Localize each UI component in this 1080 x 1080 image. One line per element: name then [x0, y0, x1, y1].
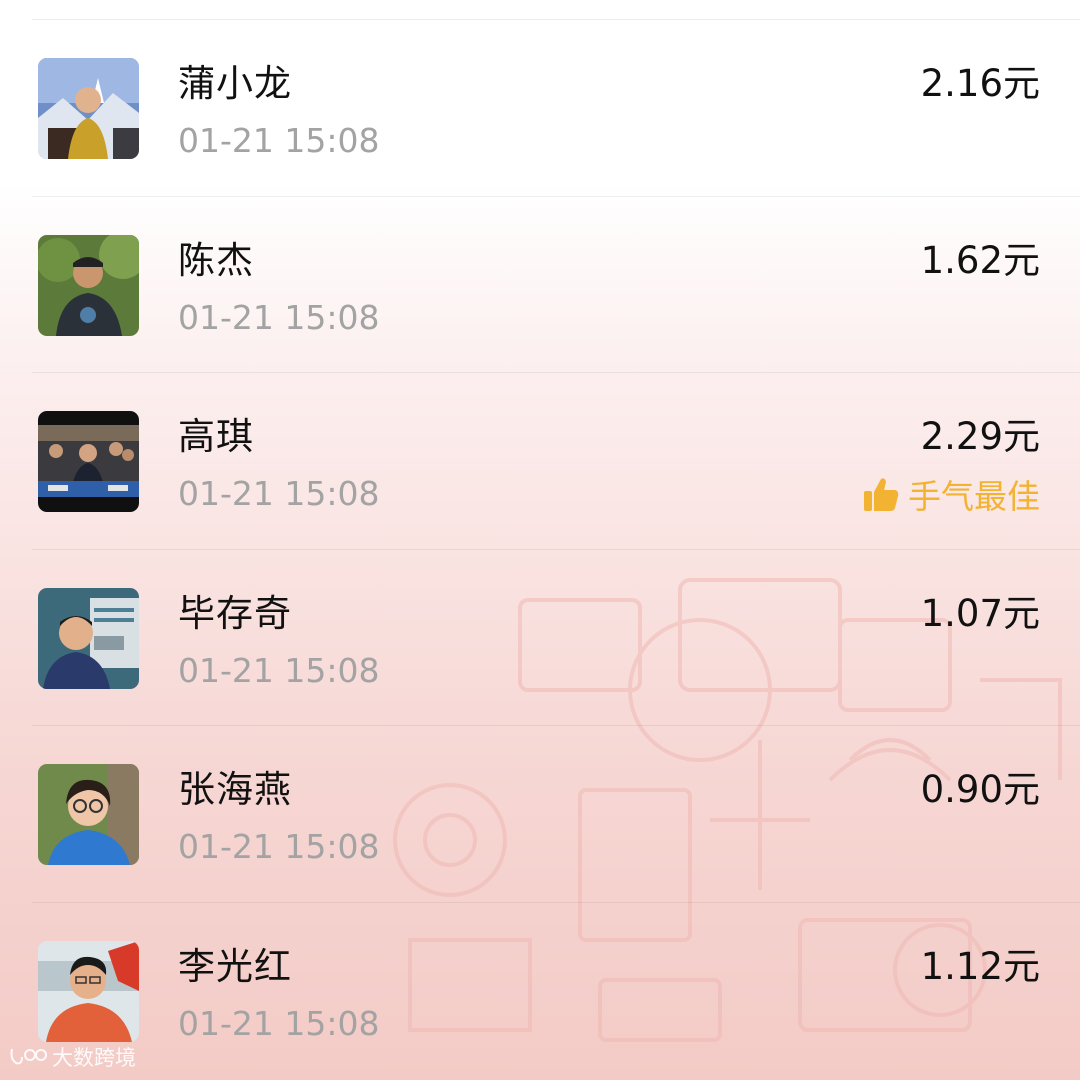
sender-name: 陈杰	[178, 238, 254, 282]
avatar[interactable]	[38, 411, 139, 512]
amount: 1.07元	[920, 591, 1040, 635]
red-packet-record-list: 蒲小龙 01-21 15:08 2.16元 陈杰 01-21 15:08 1.6…	[0, 20, 1080, 1079]
amount: 2.29元	[920, 415, 1040, 458]
best-luck-label: 手气最佳	[908, 477, 1040, 516]
amount: 1.62元	[920, 238, 1040, 282]
timestamp: 01-21 15:08	[178, 827, 380, 866]
watermark-text: 大数跨境	[52, 1046, 136, 1070]
sender-name: 高琪	[178, 415, 254, 458]
timestamp: 01-21 15:08	[178, 121, 380, 160]
watermark-logo-icon	[10, 1048, 47, 1065]
list-item[interactable]: 蒲小龙 01-21 15:08 2.16元	[0, 20, 1080, 197]
avatar-photo-icon	[38, 940, 139, 1042]
avatar-photo-icon	[38, 764, 139, 865]
timestamp: 01-21 15:08	[178, 474, 380, 513]
avatar[interactable]	[38, 58, 139, 159]
avatar-photo-icon	[38, 234, 139, 336]
list-item[interactable]: 高琪 01-21 15:08 2.29元 手气最佳	[0, 373, 1080, 550]
amount: 2.16元	[920, 62, 1040, 105]
list-item[interactable]: 李光红 01-21 15:08 1.12元	[0, 903, 1080, 1080]
amount: 0.90元	[920, 768, 1040, 811]
avatar[interactable]	[38, 587, 139, 689]
best-luck-badge: 手气最佳	[862, 473, 1040, 516]
list-item[interactable]: 张海燕 01-21 15:08 0.90元	[0, 726, 1080, 903]
list-item[interactable]: 陈杰 01-21 15:08 1.62元	[0, 197, 1080, 373]
timestamp: 01-21 15:08	[178, 1003, 380, 1043]
avatar[interactable]	[38, 234, 139, 336]
avatar[interactable]	[38, 764, 139, 865]
sender-name: 蒲小龙	[178, 62, 292, 105]
list-item[interactable]: 毕存奇 01-21 15:08 1.07元	[0, 550, 1080, 726]
avatar-photo-icon	[38, 587, 139, 689]
timestamp: 01-21 15:08	[178, 297, 380, 337]
avatar-photo-icon	[38, 58, 139, 159]
watermark: 大数跨境	[8, 1042, 136, 1072]
amount: 1.12元	[920, 944, 1040, 988]
thumbs-up-icon	[864, 478, 899, 511]
sender-name: 张海燕	[178, 768, 292, 811]
avatar-photo-icon	[38, 411, 139, 512]
sender-name: 李光红	[178, 944, 292, 988]
avatar[interactable]	[38, 940, 139, 1042]
sender-name: 毕存奇	[178, 591, 292, 635]
timestamp: 01-21 15:08	[178, 650, 380, 690]
